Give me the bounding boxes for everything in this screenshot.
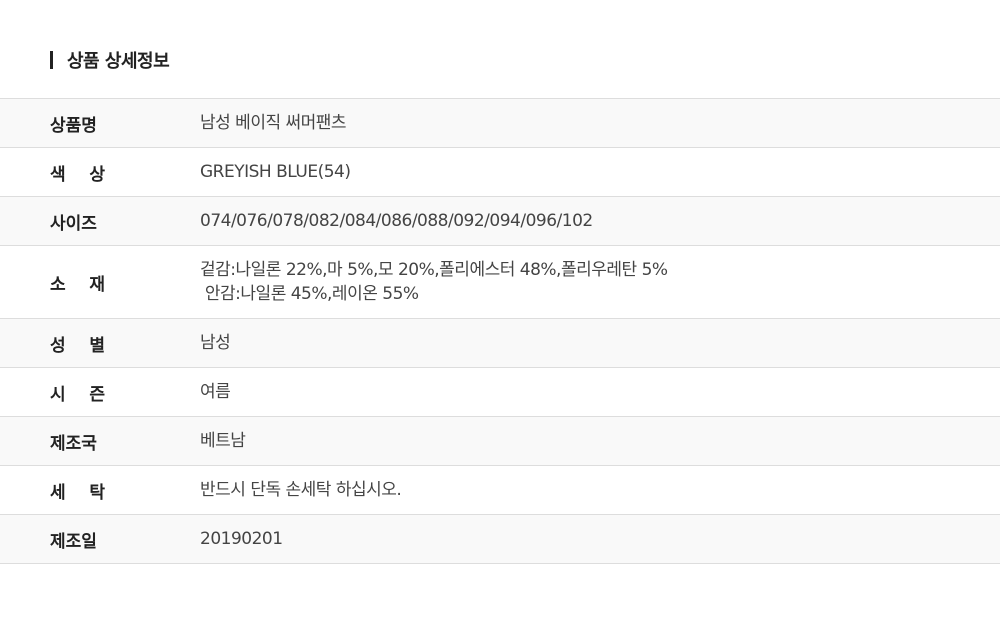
spec-label: 소 재: [50, 274, 105, 295]
spec-value-line: 반드시 단독 손세탁 하십시오.: [200, 480, 402, 500]
spec-row-size: 사이즈 074/076/078/082/084/086/088/092/094/…: [0, 197, 1000, 246]
spec-row-color: 색 상 GREYISH BLUE(54): [0, 148, 1000, 197]
spec-label: 사이즈: [50, 213, 97, 234]
title-accent-bar: [50, 51, 53, 69]
spec-value-line: 남성 베이직 써머팬츠: [200, 113, 347, 133]
spec-value: 남성 베이직 써머팬츠: [200, 111, 1000, 135]
spec-value-line: GREYISH BLUE(54): [200, 162, 351, 182]
spec-label: 제조국: [50, 433, 97, 454]
spec-row-country: 제조국 베트남: [0, 417, 1000, 466]
spec-value-line: 겉감:나일론 22%,마 5%,모 20%,폴리에스터 48%,폴리우레탄 5%: [200, 260, 668, 280]
spec-value: 베트남: [200, 429, 1000, 453]
spec-value: 20190201: [200, 527, 1000, 551]
spec-row-season: 시 즌 여름: [0, 368, 1000, 417]
spec-value: 남성: [200, 331, 1000, 355]
spec-value: GREYISH BLUE(54): [200, 160, 1000, 184]
product-spec-table: 상품명 남성 베이직 써머팬츠 색 상 GREYISH BLUE(54) 사이즈…: [0, 98, 1000, 564]
spec-value-line: 남성: [200, 333, 231, 353]
spec-row-gender: 성 별 남성: [0, 319, 1000, 368]
spec-label: 제조일: [50, 531, 97, 552]
spec-label: 색 상: [50, 164, 105, 185]
spec-row-material: 소 재 겉감:나일론 22%,마 5%,모 20%,폴리에스터 48%,폴리우레…: [0, 246, 1000, 319]
spec-label: 세 탁: [50, 482, 105, 503]
spec-value: 여름: [200, 380, 1000, 404]
spec-value: 074/076/078/082/084/086/088/092/094/096/…: [200, 209, 1000, 233]
spec-label: 시 즌: [50, 384, 105, 405]
spec-value: 반드시 단독 손세탁 하십시오.: [200, 478, 1000, 502]
spec-value-line: 074/076/078/082/084/086/088/092/094/096/…: [200, 211, 593, 231]
spec-value-line: 여름: [200, 382, 231, 402]
spec-label: 상품명: [50, 115, 97, 136]
section-header: 상품 상세정보: [50, 47, 170, 73]
spec-value-line: 안감:나일론 45%,레이온 55%: [200, 284, 419, 304]
section-title: 상품 상세정보: [67, 51, 170, 72]
spec-value-line: 20190201: [200, 529, 283, 549]
spec-value: 겉감:나일론 22%,마 5%,모 20%,폴리에스터 48%,폴리우레탄 5%…: [200, 258, 1000, 306]
spec-row-washing: 세 탁 반드시 단독 손세탁 하십시오.: [0, 466, 1000, 515]
spec-row-product-name: 상품명 남성 베이직 써머팬츠: [0, 99, 1000, 148]
spec-label: 성 별: [50, 335, 105, 356]
spec-value-line: 베트남: [200, 431, 246, 451]
spec-row-manufacture-date: 제조일 20190201: [0, 515, 1000, 564]
